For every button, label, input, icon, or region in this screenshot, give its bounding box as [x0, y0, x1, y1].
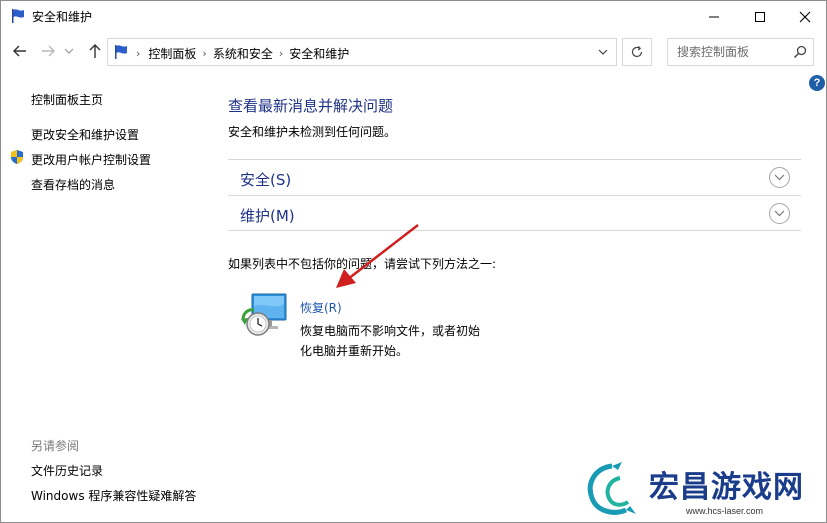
breadcrumb-system-security[interactable]: 系统和安全: [213, 45, 273, 62]
expand-maintenance-button[interactable]: [769, 203, 790, 224]
security-section-label: 安全(S): [240, 171, 292, 189]
refresh-button[interactable]: [622, 38, 652, 66]
maximize-icon: [755, 11, 765, 22]
minimize-icon: [709, 16, 719, 17]
control-panel-window: 安全和维护 › 控制面板 › 系统和安全 › 安全和维护 搜索控制面板 ? 控制…: [0, 0, 827, 523]
change-security-settings-link[interactable]: 更改安全和维护设置: [31, 126, 139, 143]
search-box: [667, 38, 814, 66]
close-button[interactable]: [782, 1, 827, 32]
dragon-logo-icon: [587, 462, 636, 515]
maintenance-section-label: 维护(M): [240, 207, 295, 225]
chevron-down-icon: [64, 48, 74, 54]
recovery-icon[interactable]: [240, 292, 288, 340]
breadcrumb-security-maintenance[interactable]: 安全和维护: [289, 45, 349, 62]
maintenance-section-header[interactable]: 维护(M): [228, 195, 801, 231]
chevron-down-icon: [774, 210, 785, 217]
page-title: 查看最新消息并解决问题: [228, 97, 394, 115]
search-icon[interactable]: [792, 44, 808, 60]
window-title: 安全和维护: [32, 10, 93, 24]
help-icon[interactable]: ?: [809, 75, 825, 91]
uac-shield-icon: [11, 150, 23, 164]
expand-security-button[interactable]: [769, 167, 790, 188]
flag-icon: [115, 45, 127, 59]
recovery-link[interactable]: 恢复(R): [300, 299, 342, 316]
see-also-heading: 另请参阅: [31, 439, 80, 453]
section-divider: [228, 230, 801, 231]
search-input[interactable]: [668, 39, 788, 65]
breadcrumb: › 控制面板 › 系统和安全 › 安全和维护: [136, 45, 349, 62]
up-button[interactable]: [85, 41, 105, 61]
refresh-icon: [631, 46, 643, 58]
breadcrumb-separator-icon: ›: [136, 47, 141, 60]
breadcrumb-separator-icon: ›: [202, 47, 207, 60]
control-panel-home-link[interactable]: 控制面板主页: [31, 91, 103, 108]
title-bar: 安全和维护: [1, 1, 826, 32]
close-icon: [799, 11, 811, 22]
arrow-left-icon: [13, 45, 26, 57]
navigation-bar: › 控制面板 › 系统和安全 › 安全和维护: [1, 32, 826, 72]
view-archived-messages-link[interactable]: 查看存档的消息: [31, 176, 115, 193]
arrow-up-icon: [89, 44, 101, 58]
address-bar[interactable]: › 控制面板 › 系统和安全 › 安全和维护: [107, 38, 617, 66]
status-message: 安全和维护未检测到任何问题。: [228, 125, 397, 139]
address-dropdown-button[interactable]: [595, 45, 611, 59]
chevron-down-icon: [598, 49, 608, 55]
security-section-header[interactable]: 安全(S): [228, 159, 801, 195]
recovery-description: 恢复电脑而不影响文件，或者初始化电脑并重新开始。: [300, 324, 481, 358]
forward-button[interactable]: [38, 41, 58, 61]
maximize-button[interactable]: [737, 1, 783, 32]
chevron-down-icon: [774, 174, 785, 181]
watermark: 宏昌游戏网 www.hcs-laser.com: [574, 456, 827, 523]
flag-icon: [12, 9, 24, 23]
watermark-url: www.hcs-laser.com: [686, 506, 764, 516]
change-uac-settings-link[interactable]: 更改用户帐户控制设置: [31, 151, 151, 168]
file-history-link[interactable]: 文件历史记录: [31, 462, 103, 479]
minimize-button[interactable]: [691, 1, 737, 32]
breadcrumb-separator-icon: ›: [278, 47, 284, 60]
arrow-right-icon: [42, 45, 55, 57]
watermark-title: 宏昌游戏网: [649, 470, 804, 505]
annotation-arrow-icon: [336, 224, 419, 288]
recent-locations-button[interactable]: [63, 41, 75, 61]
breadcrumb-control-panel[interactable]: 控制面板: [148, 45, 196, 62]
left-pane: 控制面板主页 更改安全和维护设置 更改用户帐户控制设置 查看存档的消息 另请参阅…: [1, 72, 206, 522]
compatibility-troubleshooter-link[interactable]: Windows 程序兼容性疑难解答: [31, 487, 196, 504]
back-button[interactable]: [10, 41, 30, 61]
